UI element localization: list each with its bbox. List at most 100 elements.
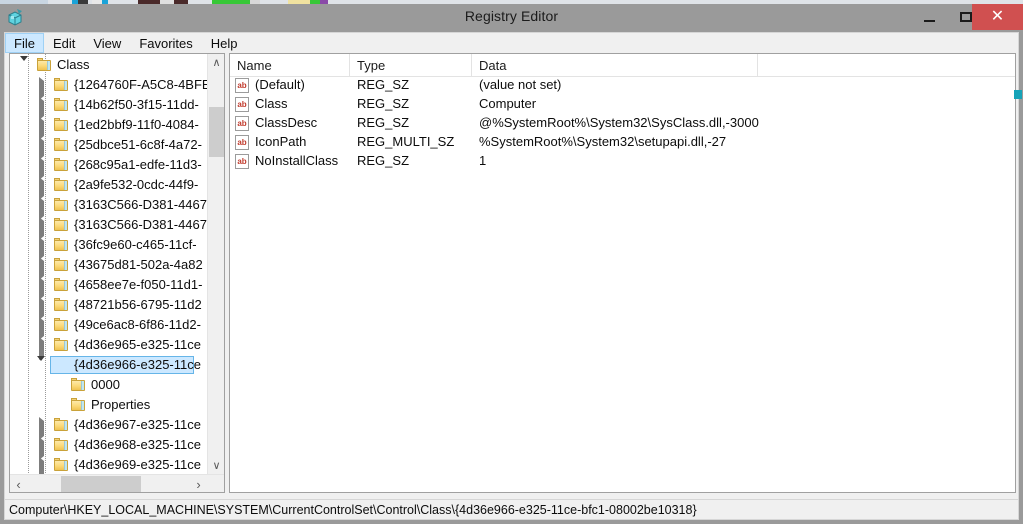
chevron-right-icon[interactable] bbox=[37, 97, 46, 120]
tree-item[interactable]: {4d36e967-e325-11ce bbox=[10, 415, 208, 440]
chevron-right-icon[interactable] bbox=[37, 77, 46, 100]
tree-item[interactable]: {36fc9e60-c465-11cf- bbox=[10, 235, 208, 260]
folder-icon bbox=[54, 238, 70, 252]
scroll-right-arrow-icon[interactable]: › bbox=[190, 475, 207, 492]
menu-item-file[interactable]: File bbox=[5, 33, 44, 53]
column-header-blank[interactable] bbox=[758, 54, 1015, 76]
chevron-down-icon[interactable] bbox=[20, 56, 29, 76]
chevron-right-icon[interactable] bbox=[37, 237, 46, 260]
chevron-right-icon[interactable] bbox=[37, 217, 46, 240]
value-row[interactable]: ab NoInstallClass REG_SZ 1 bbox=[230, 152, 1015, 171]
tree-item[interactable]: {4d36e968-e325-11ce bbox=[10, 435, 208, 460]
registry-editor-window: Registry Editor ✕ File Edit View Favorites H… bbox=[0, 4, 1023, 524]
value-type: REG_SZ bbox=[357, 153, 410, 168]
menu-bar: File Edit View Favorites Help bbox=[4, 32, 1019, 53]
chevron-right-icon[interactable] bbox=[37, 157, 46, 180]
tree-item[interactable]: {3163C566-D381-4467 bbox=[10, 195, 208, 220]
chevron-right-icon[interactable] bbox=[37, 137, 46, 160]
value-row[interactable]: ab IconPath REG_MULTI_SZ %SystemRoot%\Syste… bbox=[230, 133, 1015, 152]
tree-item[interactable]: {48721b56-6795-11d2 bbox=[10, 295, 208, 320]
column-header-type[interactable]: Type bbox=[350, 54, 472, 76]
value-data: 1 bbox=[479, 153, 487, 168]
title-bar[interactable]: Registry Editor ✕ bbox=[0, 4, 1023, 32]
tree-item[interactable]: {43675d81-502a-4a82 bbox=[10, 255, 208, 280]
menu-item-help[interactable]: Help bbox=[202, 33, 247, 53]
tree-item-label: 0000 bbox=[91, 377, 120, 392]
close-button[interactable]: ✕ bbox=[972, 4, 1023, 30]
chevron-down-icon[interactable] bbox=[37, 356, 46, 376]
folder-icon bbox=[54, 138, 70, 152]
accent-marker bbox=[1014, 90, 1022, 99]
chevron-right-icon[interactable] bbox=[37, 337, 46, 360]
tree-item[interactable]: 0000 bbox=[10, 375, 208, 395]
chevron-right-icon[interactable] bbox=[37, 417, 46, 440]
value-name: ClassDesc bbox=[255, 115, 318, 130]
status-bar: Computer\HKEY_LOCAL_MACHINE\SYSTEM\Curre… bbox=[4, 499, 1019, 520]
value-row[interactable]: ab (Default) REG_SZ (value not set) bbox=[230, 76, 1015, 95]
tree-item[interactable]: {4658ee7e-f050-11d1- bbox=[10, 275, 208, 300]
tree-item[interactable]: {268c95a1-edfe-11d3- bbox=[10, 155, 208, 180]
chevron-right-icon[interactable] bbox=[37, 177, 46, 200]
tree-item[interactable]: {3163C566-D381-4467 bbox=[10, 215, 208, 240]
tree-item[interactable]: {4d36e965-e325-11ce bbox=[10, 335, 208, 360]
tree-item[interactable]: {1264760F-A5C8-4BFE bbox=[10, 75, 208, 100]
status-path: Computer\HKEY_LOCAL_MACHINE\SYSTEM\Curre… bbox=[9, 502, 697, 517]
tree-item-selected[interactable]: {4d36e966-e325-11ce bbox=[10, 355, 208, 376]
tree-item[interactable]: {2a9fe532-0cdc-44f9- bbox=[10, 175, 208, 200]
twisty-triangle bbox=[37, 356, 45, 376]
tree-item-label: {3163C566-D381-4467 bbox=[74, 197, 207, 212]
tree-item[interactable]: {49ce6ac8-6f86-11d2- bbox=[10, 315, 208, 340]
tree-item-label: {3163C566-D381-4467 bbox=[74, 217, 207, 232]
value-row[interactable]: ab Class REG_SZ Computer bbox=[230, 95, 1015, 114]
tree-horizontal-scroll-thumb[interactable] bbox=[61, 476, 141, 492]
client-area: Class {1264760F-A5C8-4BFE {14b62f50-3f15-1… bbox=[4, 53, 1019, 499]
folder-icon bbox=[54, 298, 70, 312]
tree-item[interactable]: Properties bbox=[10, 395, 208, 415]
column-header-name[interactable]: Name bbox=[230, 54, 350, 76]
scroll-left-arrow-icon[interactable]: ‹ bbox=[10, 475, 27, 492]
chevron-right-icon[interactable] bbox=[37, 457, 46, 474]
chevron-right-icon[interactable] bbox=[37, 317, 46, 340]
scroll-down-arrow-icon[interactable]: ∨ bbox=[208, 457, 224, 474]
tree-item-label: {268c95a1-edfe-11d3- bbox=[74, 157, 202, 172]
twisty-triangle bbox=[20, 56, 28, 76]
tree-item[interactable]: {1ed2bbf9-11f0-4084- bbox=[10, 115, 208, 140]
value-name: Class bbox=[255, 96, 288, 111]
values-list[interactable]: ab (Default) REG_SZ (value not set) ab Class R… bbox=[230, 76, 1015, 171]
tree-item-label: {36fc9e60-c465-11cf- bbox=[74, 237, 197, 252]
chevron-right-icon[interactable] bbox=[37, 277, 46, 300]
chevron-right-icon[interactable] bbox=[37, 437, 46, 460]
menu-item-edit[interactable]: Edit bbox=[44, 33, 84, 53]
value-row[interactable]: ab ClassDesc REG_SZ @%SystemRoot%\System32\… bbox=[230, 114, 1015, 133]
folder-icon bbox=[54, 458, 70, 472]
folder-icon bbox=[54, 338, 70, 352]
chevron-right-icon[interactable] bbox=[37, 117, 46, 140]
chevron-right-icon[interactable] bbox=[37, 297, 46, 320]
registry-values-pane: Name Type Data ab (Default) REG_SZ (value not… bbox=[229, 53, 1016, 493]
folder-icon bbox=[54, 118, 70, 132]
menu-item-view[interactable]: View bbox=[84, 33, 130, 53]
maximize-icon bbox=[960, 12, 972, 22]
tree-horizontal-scrollbar[interactable]: ‹ › bbox=[10, 474, 224, 492]
tree-vertical-scroll-thumb[interactable] bbox=[209, 107, 224, 157]
value-name: (Default) bbox=[255, 77, 305, 92]
tree-item-label: {2a9fe532-0cdc-44f9- bbox=[74, 177, 199, 192]
minimize-button[interactable] bbox=[913, 4, 945, 30]
tree-item[interactable]: {4d36e969-e325-11ce bbox=[10, 455, 208, 474]
string-value-icon: ab bbox=[235, 154, 249, 169]
tree-item-label: {25dbce51-6c8f-4a72- bbox=[74, 137, 202, 152]
folder-icon bbox=[54, 318, 70, 332]
tree-vertical-scrollbar[interactable]: ∧ ∨ bbox=[207, 54, 224, 474]
chevron-right-icon[interactable] bbox=[37, 197, 46, 220]
values-column-header[interactable]: Name Type Data bbox=[230, 54, 1015, 77]
column-header-data[interactable]: Data bbox=[472, 54, 758, 76]
chevron-right-icon[interactable] bbox=[37, 257, 46, 280]
tree-item[interactable]: {14b62f50-3f15-11dd- bbox=[10, 95, 208, 120]
tree-item[interactable]: {25dbce51-6c8f-4a72- bbox=[10, 135, 208, 160]
scroll-up-arrow-icon[interactable]: ∧ bbox=[208, 54, 224, 71]
registry-tree[interactable]: Class {1264760F-A5C8-4BFE {14b62f50-3f15-1… bbox=[10, 54, 208, 474]
tree-item[interactable]: Class bbox=[10, 55, 208, 76]
menu-item-favorites[interactable]: Favorites bbox=[130, 33, 201, 53]
tree-item-label: {1ed2bbf9-11f0-4084- bbox=[74, 117, 199, 132]
tree-item-label: {4d36e967-e325-11ce bbox=[74, 417, 201, 432]
